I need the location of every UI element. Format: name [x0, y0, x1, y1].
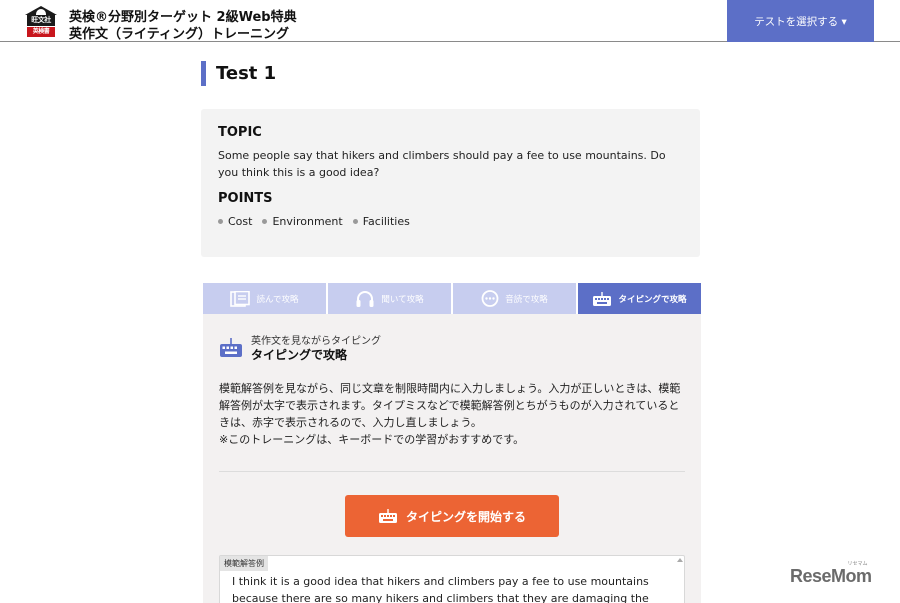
select-test-label: テストを選択する ▾ [754, 15, 847, 28]
point-item: Facilities [352, 215, 410, 228]
model-answer-label: 模範解答例 [220, 556, 268, 571]
point-item: Environment [262, 215, 343, 228]
tab-listening[interactable]: 聞いて攻略 [328, 283, 451, 314]
tab-label: 音読で攻略 [505, 294, 548, 305]
app-header: 旺文社 英検書 英検®分野別ターゲット 2級Web特典 英作文（ライティング）ト… [0, 0, 900, 42]
point-label: Environment [272, 215, 343, 228]
tab-typing[interactable]: タイピングで攻略 [578, 283, 701, 314]
watermark-text: ReseMom [790, 566, 872, 586]
obunsha-logo[interactable]: 旺文社 英検書 [25, 6, 57, 38]
tab-label: タイピングで攻略 [618, 294, 687, 305]
start-typing-button[interactable]: タイピングを開始する [345, 495, 559, 537]
training-tabs: 読んで攻略 聞いて攻略 音読で攻略 タイピングで攻略 [203, 283, 701, 314]
app-title-line2: 英作文（ライティング）トレーニング [69, 27, 289, 42]
points-heading: POINTS [218, 191, 273, 206]
point-label: Cost [228, 215, 253, 228]
panel-subtitle: 英作文を見ながらタイピング [251, 336, 381, 347]
bullet-icon [352, 219, 358, 224]
keyboard-icon [593, 291, 612, 306]
tab-label: 読んで攻略 [256, 294, 299, 305]
topic-heading: TOPIC [218, 125, 262, 140]
watermark-ruby: リセマム [847, 561, 868, 567]
model-answer-text: I think it is a good idea that hikers an… [232, 575, 649, 603]
tab-label: 聞いて攻略 [381, 294, 424, 305]
book-icon [230, 290, 251, 307]
keyboard-icon [378, 509, 397, 523]
page-title: Test 1 [201, 61, 276, 86]
point-label: Facilities [362, 215, 410, 228]
panel-title: タイピングで攻略 [251, 348, 348, 362]
topic-box: TOPIC Some people say that hikers and cl… [201, 109, 700, 257]
tab-speaking[interactable]: 音読で攻略 [453, 283, 576, 314]
divider [219, 471, 685, 472]
typing-panel: 英作文を見ながらタイピング タイピングで攻略 模範解答例を見ながら、同じ文章を制… [203, 314, 701, 603]
description-text: 模範解答例を見ながら、同じ文章を制限時間内に入力しましょう。入力が正しいときは、… [219, 382, 681, 446]
resemom-watermark: ReseMom リセマム [790, 561, 872, 587]
logo-top-text: 旺文社 [27, 15, 55, 26]
tab-reading[interactable]: 読んで攻略 [203, 283, 326, 314]
bullet-icon [218, 219, 223, 224]
panel-description: 模範解答例を見ながら、同じ文章を制限時間内に入力しましょう。入力が正しいときは、… [219, 380, 689, 448]
scrollbar-up-arrow[interactable] [677, 558, 683, 564]
topic-text: Some people say that hikers and climbers… [218, 149, 666, 179]
headphones-icon [356, 290, 374, 307]
model-answer-box[interactable]: 模範解答例 I think it is a good idea that hik… [219, 555, 685, 603]
keyboard-icon [220, 338, 242, 357]
select-test-button[interactable]: テストを選択する ▾ [727, 0, 874, 42]
logo-bottom-text: 英検書 [27, 27, 55, 37]
point-item: Cost [218, 215, 252, 228]
speech-bubble-icon [481, 289, 499, 307]
bullet-icon [262, 219, 268, 224]
start-typing-label: タイピングを開始する [405, 509, 526, 524]
points-list: Cost Environment Facilities [218, 215, 683, 228]
